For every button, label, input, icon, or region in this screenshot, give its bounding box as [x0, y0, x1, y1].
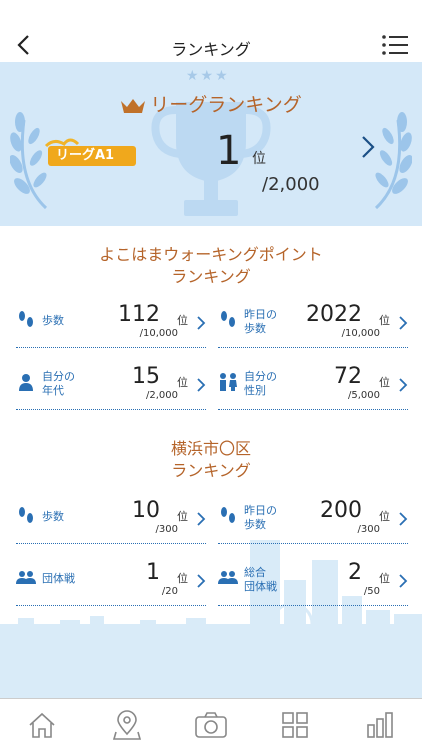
- stat-gender[interactable]: 自分の 性別 72 位 /5,000: [218, 360, 408, 410]
- stat-total: /20: [161, 586, 178, 597]
- stat-rank: 72: [334, 364, 362, 389]
- league-rank-value: 1: [216, 128, 242, 174]
- crown-icon: [121, 98, 146, 113]
- chevron-right-icon: [197, 512, 206, 526]
- stat-yesterday-steps[interactable]: 昨日の 歩数 2022 位 /10,000: [218, 298, 408, 348]
- header-bar: ランキング: [0, 0, 422, 62]
- stat-unit: 位: [177, 376, 188, 389]
- list-menu-icon: [382, 35, 408, 55]
- stars-icon: ★★★: [186, 68, 230, 84]
- stat-rank: 2022: [306, 302, 362, 327]
- chevron-right-icon: [399, 574, 408, 588]
- person-icon: [19, 374, 33, 391]
- stat-ward-team[interactable]: 団体戦 1 位 /20: [16, 556, 206, 606]
- league-ranking-card[interactable]: ★★★ リーグランキング リーグA1 1 位 /2,000: [0, 62, 422, 226]
- stat-label: 団体戦: [42, 572, 75, 585]
- tab-camera[interactable]: [169, 699, 253, 750]
- stat-unit: 位: [379, 510, 390, 523]
- stat-age-group[interactable]: 自分の 年代 15 位 /2,000: [16, 360, 206, 410]
- camera-icon: [195, 711, 227, 738]
- stat-unit: 位: [177, 510, 188, 523]
- league-badge-label: リーグA1: [56, 148, 115, 163]
- stat-label: 歩数: [42, 314, 64, 327]
- stat-label: 歩数: [42, 510, 64, 523]
- league-rank-unit: 位: [252, 151, 266, 167]
- stat-label-line2: 歩数: [244, 322, 266, 335]
- tab-grid[interactable]: [253, 699, 337, 750]
- chevron-right-icon: [399, 512, 408, 526]
- league-total: /2,000: [262, 174, 320, 195]
- stat-unit: 位: [379, 314, 390, 327]
- gender-icon: [220, 373, 237, 391]
- stat-label-line1: 総合: [244, 566, 266, 579]
- stat-unit: 位: [177, 314, 188, 327]
- league-title-text: リーグランキング: [150, 94, 302, 116]
- stat-unit: 位: [177, 572, 188, 585]
- stat-label: 自分の 年代: [42, 370, 75, 398]
- stat-unit: 位: [379, 376, 390, 389]
- section-title-ward: 横浜市〇区 ランキング: [0, 438, 422, 482]
- stat-total: /300: [155, 524, 178, 535]
- footsteps-icon: [221, 507, 235, 523]
- group-icon: [16, 571, 36, 584]
- stat-label-line1: 昨日の: [244, 504, 277, 517]
- section-title-line1: よこはまウォーキングポイント: [99, 245, 323, 264]
- stat-ward-overall-team[interactable]: 総合 団体戦 2 位 /50: [218, 556, 408, 606]
- section-title-line1: 横浜市〇区: [170, 439, 251, 458]
- chevron-right-icon: [399, 378, 408, 392]
- stat-total: /300: [357, 524, 380, 535]
- stat-ward-steps[interactable]: 歩数 10 位 /300: [16, 494, 206, 544]
- tab-home[interactable]: [0, 699, 84, 750]
- grid-icon: [282, 711, 309, 738]
- chevron-right-icon: [197, 574, 206, 588]
- chevron-right-icon: [197, 316, 206, 330]
- section-title-yokohama: よこはまウォーキングポイント ランキング: [0, 244, 422, 288]
- stat-label-line2: 年代: [42, 384, 64, 397]
- stat-ward-yesterday-steps[interactable]: 昨日の 歩数 200 位 /300: [218, 494, 408, 544]
- chevron-right-icon: [399, 316, 408, 330]
- stat-rank: 112: [118, 302, 160, 327]
- chevron-right-icon[interactable]: [358, 134, 378, 160]
- stat-label-line2: 歩数: [244, 518, 266, 531]
- section-title-line2: ランキング: [171, 267, 251, 286]
- page-title: ランキング: [171, 40, 251, 59]
- stat-total: /5,000: [348, 390, 380, 401]
- group-icon: [218, 571, 238, 584]
- section-title-line2: ランキング: [171, 461, 251, 480]
- stat-total: /2,000: [146, 390, 178, 401]
- stat-label-line1: 自分の: [42, 370, 75, 383]
- home-icon: [29, 712, 55, 738]
- stat-total: /10,000: [139, 328, 178, 339]
- tab-ranking[interactable]: [338, 699, 422, 750]
- bar-chart-icon: [367, 711, 393, 738]
- stat-rank: 200: [320, 498, 362, 523]
- stat-total: /50: [363, 586, 380, 597]
- stat-rank: 1: [146, 560, 160, 585]
- footsteps-icon: [221, 311, 235, 327]
- stat-steps[interactable]: 歩数 112 位 /10,000: [16, 298, 206, 348]
- footsteps-icon: [19, 507, 33, 523]
- chevron-right-icon: [197, 378, 206, 392]
- stat-label-line2: 性別: [244, 384, 266, 397]
- stat-label-line1: 自分の: [244, 370, 277, 383]
- stat-rank: 15: [132, 364, 160, 389]
- footsteps-icon: [19, 311, 33, 327]
- stat-rank: 2: [348, 560, 362, 585]
- stat-label: 自分の 性別: [244, 370, 277, 398]
- map-pin-icon: [112, 709, 141, 740]
- stat-label-line1: 昨日の: [244, 308, 277, 321]
- stat-rank: 10: [132, 498, 160, 523]
- stat-total: /10,000: [341, 328, 380, 339]
- league-title: リーグランキング: [0, 90, 422, 117]
- stat-label: 昨日の 歩数: [244, 308, 277, 336]
- stat-label: 昨日の 歩数: [244, 504, 277, 532]
- stat-label-line2: 団体戦: [244, 580, 277, 593]
- menu-button[interactable]: [382, 34, 408, 58]
- stat-label: 総合 団体戦: [244, 566, 277, 594]
- tab-map[interactable]: [84, 699, 168, 750]
- bottom-tab-bar: [0, 698, 422, 750]
- stat-unit: 位: [379, 572, 390, 585]
